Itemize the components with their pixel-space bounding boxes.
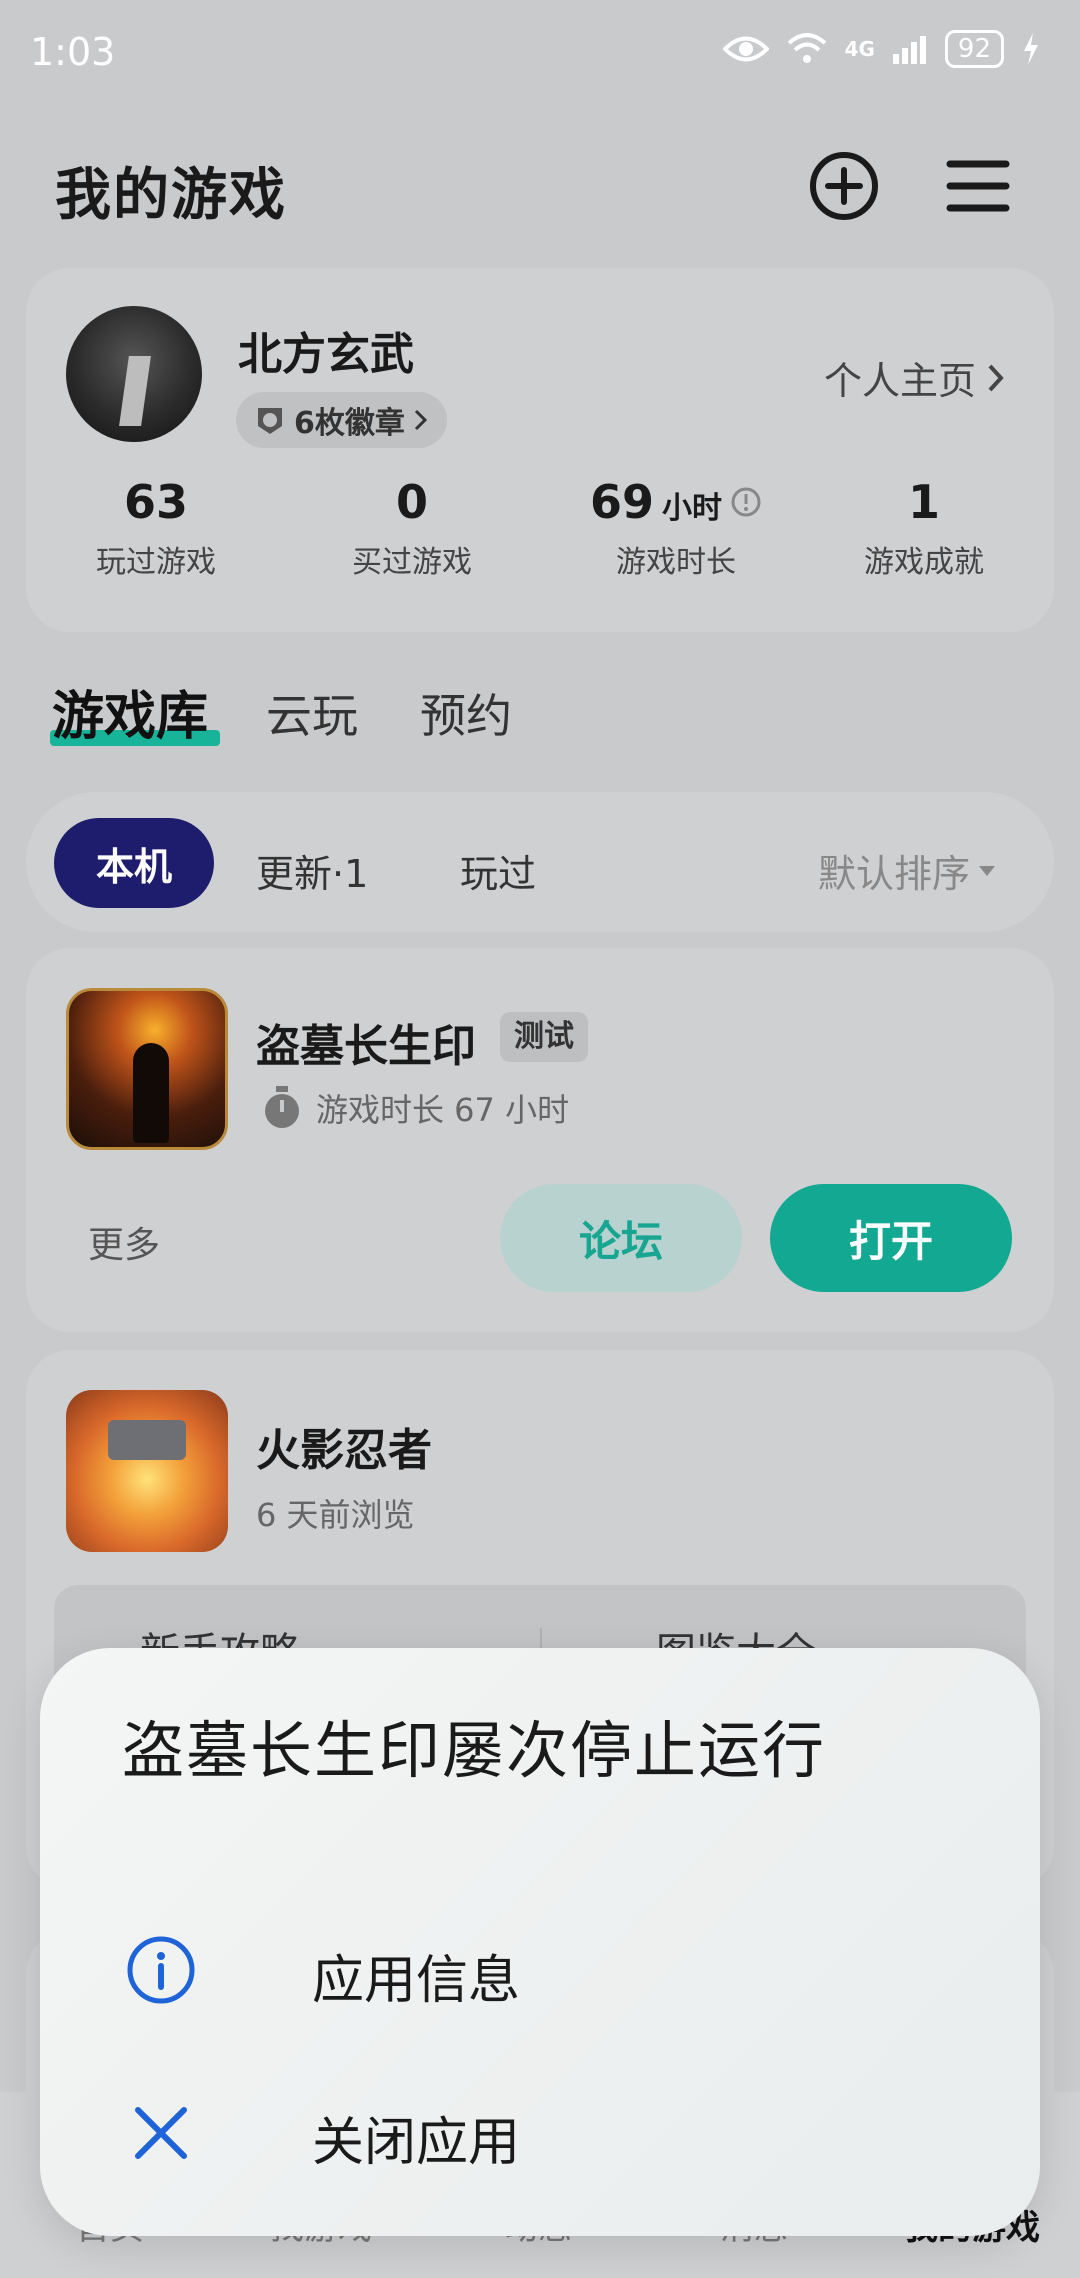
- avatar[interactable]: [66, 306, 202, 442]
- stat-bought[interactable]: 0 买过游戏: [302, 475, 522, 581]
- badges-label: 6枚徽章: [294, 406, 405, 441]
- eye-icon: [722, 36, 769, 62]
- sort-label: 默认排序: [817, 852, 970, 896]
- username: 北方玄武: [238, 329, 414, 380]
- page-title: 我的游戏: [55, 163, 287, 228]
- charging-icon: [1024, 33, 1038, 65]
- close-app-label: 关闭应用: [312, 2113, 521, 2173]
- filter-played[interactable]: 玩过: [460, 843, 536, 898]
- playtime-text: 游戏时长 67 小时: [316, 1091, 570, 1129]
- stat-label: 玩过游戏: [96, 545, 216, 580]
- chevron-right-icon: [988, 364, 1004, 391]
- status-icons: 4G 92: [722, 30, 1040, 68]
- signal-icon: [892, 36, 926, 64]
- wifi-icon: [787, 33, 826, 63]
- app-info-label: 应用信息: [312, 1951, 521, 2011]
- chevron-right-icon: [414, 409, 427, 431]
- homepage-link[interactable]: 个人主页: [824, 350, 1006, 405]
- battery-level: 92: [944, 30, 1004, 68]
- stat-value: 1: [907, 475, 940, 529]
- stat-played[interactable]: 63 玩过游戏: [46, 475, 266, 581]
- badges-button[interactable]: 6枚徽章: [236, 392, 447, 448]
- stat-label: 买过游戏: [352, 545, 472, 580]
- network-type: 4G: [844, 37, 875, 61]
- sort-dropdown[interactable]: 默认排序: [818, 843, 996, 898]
- game-name: 火影忍者: [256, 1425, 432, 1476]
- playtime-row: 游戏时长 67 小时: [262, 1085, 569, 1131]
- tab-cloud-play[interactable]: 云玩: [266, 680, 358, 746]
- hamburger-menu-icon[interactable]: [942, 150, 1014, 222]
- more-button[interactable]: 更多: [88, 1216, 160, 1268]
- stat-value: 63: [123, 475, 188, 529]
- stat-playtime[interactable]: 69 小时 游戏时长: [558, 475, 794, 581]
- stat-value: 0: [395, 475, 428, 529]
- stopwatch-icon: [265, 1086, 299, 1128]
- medal-icon: [258, 408, 282, 434]
- game-icon[interactable]: [66, 988, 228, 1150]
- game-icon[interactable]: [66, 1390, 228, 1552]
- open-button[interactable]: 打开: [770, 1184, 1012, 1292]
- info-icon: [127, 1936, 195, 2004]
- stat-label: 游戏成就: [864, 545, 984, 580]
- filter-local[interactable]: 本机: [54, 818, 214, 908]
- game-name: 盗墓长生印: [256, 1021, 476, 1072]
- info-icon[interactable]: [730, 486, 762, 518]
- last-viewed: 6 天前浏览: [256, 1496, 415, 1534]
- stat-label: 游戏时长: [616, 545, 736, 580]
- caret-down-icon: [979, 865, 995, 876]
- homepage-label: 个人主页: [823, 359, 976, 403]
- stat-unit: 小时: [662, 491, 722, 526]
- forum-button[interactable]: 论坛: [500, 1184, 742, 1292]
- dialog-title: 盗墓长生印屡次停止运行: [122, 1714, 827, 1787]
- filter-updates[interactable]: 更新·1: [256, 843, 368, 898]
- plus-circle-icon[interactable]: [808, 150, 880, 222]
- tab-reservation[interactable]: 预约: [420, 680, 512, 746]
- stat-value: 69: [589, 475, 654, 529]
- tab-game-library[interactable]: 游戏库: [52, 674, 208, 749]
- stat-achievements[interactable]: 1 游戏成就: [814, 475, 1034, 581]
- close-icon: [135, 2107, 187, 2159]
- status-time: 1:03: [30, 30, 116, 74]
- test-tag: 测试: [500, 1012, 588, 1062]
